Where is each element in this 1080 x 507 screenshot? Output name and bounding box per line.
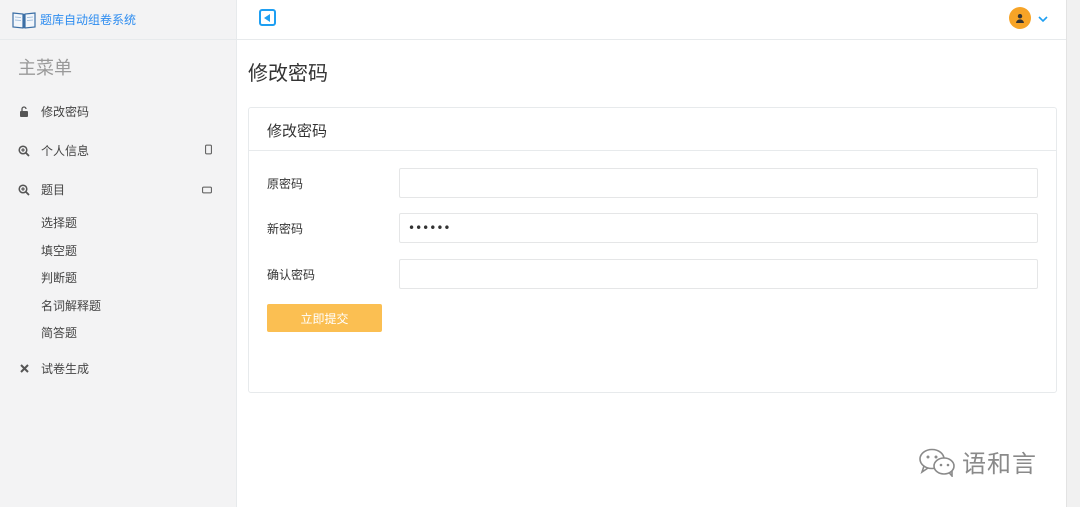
- submit-button[interactable]: 立即提交: [267, 304, 382, 332]
- sidebar-subitem-choice[interactable]: 选择题: [0, 209, 236, 237]
- scrollbar[interactable]: [1066, 0, 1080, 507]
- menu-heading: 主菜单: [18, 58, 72, 79]
- new-password-row: 新密码: [267, 213, 1039, 243]
- sidebar-item-questions[interactable]: 题目: [0, 170, 236, 209]
- new-password-label: 新密码: [267, 222, 304, 236]
- topbar: [237, 0, 1066, 40]
- sidebar-item-change-password[interactable]: 修改密码: [0, 92, 236, 131]
- watermark: 语和言: [918, 444, 1037, 479]
- main-content: 修改密码 修改密码 原密码 新密码 确认密码 立即提交: [237, 40, 1066, 507]
- brand[interactable]: 题库自动组卷系统: [0, 0, 236, 40]
- sidebar-subitem-fill-blank[interactable]: 填空题: [0, 237, 236, 265]
- confirm-password-row: 确认密码: [267, 259, 1039, 289]
- close-icon: [18, 362, 30, 374]
- book-icon: [12, 11, 36, 29]
- sidebar-item-profile[interactable]: 个人信息: [0, 131, 236, 170]
- sidebar-item-label: 个人信息: [41, 144, 90, 158]
- old-password-row: 原密码: [267, 168, 1039, 198]
- tablet-icon: [202, 182, 212, 197]
- sidebar-subitem-term-explanation[interactable]: 名词解释题: [0, 292, 236, 320]
- mobile-icon: [205, 143, 212, 158]
- page-title: 修改密码: [248, 61, 328, 85]
- sidebar-item-generate-paper[interactable]: 试卷生成: [0, 349, 236, 388]
- search-plus-icon: [18, 183, 30, 196]
- panel-title: 修改密码: [249, 108, 1056, 151]
- avatar[interactable]: [1009, 7, 1031, 29]
- confirm-password-label: 确认密码: [267, 268, 316, 282]
- wechat-icon: [919, 448, 955, 477]
- sidebar-subitem-true-false[interactable]: 判断题: [0, 264, 236, 292]
- caret-left-icon: [264, 13, 270, 22]
- sidebar-item-label: 试卷生成: [41, 361, 90, 376]
- confirm-password-field[interactable]: [399, 259, 1038, 289]
- search-plus-icon: [18, 144, 30, 157]
- old-password-field[interactable]: [399, 168, 1038, 198]
- new-password-field[interactable]: [399, 213, 1038, 243]
- old-password-label: 原密码: [267, 177, 304, 191]
- sidebar-item-label: 修改密码: [41, 105, 90, 119]
- change-password-panel: 修改密码 原密码 新密码 确认密码 立即提交: [248, 107, 1057, 393]
- sidebar-subitem-short-answer[interactable]: 简答题: [0, 319, 236, 347]
- user-icon: [1016, 14, 1024, 23]
- watermark-text: 语和言: [962, 450, 1037, 478]
- sidebar-item-label: 题目: [41, 183, 66, 197]
- app-title: 题库自动组卷系统: [40, 13, 137, 27]
- sidebar: 题库自动组卷系统 主菜单 修改密码 个人信息 题目 选择题 填空题 判断题 名词…: [0, 0, 237, 507]
- lock-icon: [18, 106, 30, 118]
- sidebar-toggle-button[interactable]: [259, 9, 276, 26]
- chevron-down-icon[interactable]: [1038, 12, 1048, 27]
